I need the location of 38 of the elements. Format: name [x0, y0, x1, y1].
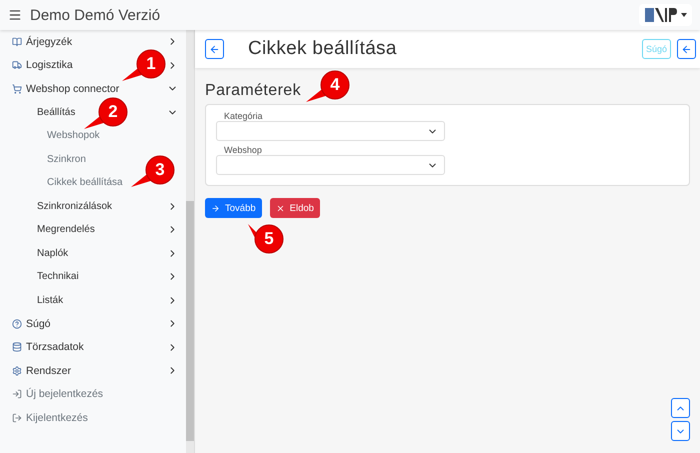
sidebar-item[interactable]: Törzsadatok: [26, 341, 84, 354]
arrow-left-icon: [681, 44, 692, 54]
section-title: Paraméterek: [205, 82, 301, 100]
next-button[interactable]: Tovább: [205, 198, 262, 218]
sidebar-item[interactable]: Szinkron: [47, 154, 86, 165]
arrow-left-icon: [209, 44, 220, 54]
sidebar-item[interactable]: Listák: [37, 294, 64, 306]
sidebar-item[interactable]: Rendszer: [26, 364, 71, 377]
scroll-down-button[interactable]: [671, 421, 690, 441]
caret-icon: [681, 13, 687, 17]
sidebar-item[interactable]: Naplók: [37, 248, 68, 259]
sidebar-item[interactable]: Kijelentkezés: [26, 412, 88, 424]
sidebar-item[interactable]: Technikai: [37, 271, 79, 282]
page-title: Cikkek beállítása: [248, 38, 398, 60]
field-label: Webshop: [224, 145, 263, 155]
sidebar-item[interactable]: Szinkronizálások: [37, 200, 112, 212]
back-button[interactable]: [677, 39, 696, 59]
sidebar-item[interactable]: Árjegyzék: [26, 36, 72, 48]
close-icon: [276, 204, 285, 212]
sidebar-item[interactable]: Logisztika: [26, 59, 73, 72]
select-field[interactable]: [216, 155, 445, 175]
discard-button[interactable]: Eldob: [270, 198, 320, 218]
arrow-right-icon: [211, 204, 220, 212]
scroll-up-button[interactable]: [671, 398, 690, 418]
sidebar-item[interactable]: Beállítás: [37, 106, 76, 118]
sidebar-item[interactable]: Súgó: [26, 318, 51, 330]
scrollbar-thumb[interactable]: [186, 201, 194, 441]
field-label: Kategória: [224, 111, 264, 121]
logo-menu[interactable]: [639, 4, 692, 26]
sidebar-item[interactable]: Webshopok: [47, 130, 100, 142]
back-button[interactable]: [205, 39, 224, 59]
sidebar-item[interactable]: Megrendelés: [37, 224, 95, 236]
sidebar-item[interactable]: Új bejelentkezés: [26, 388, 104, 400]
sidebar-item[interactable]: Webshop connector: [26, 82, 120, 95]
select-field[interactable]: [216, 121, 445, 141]
sidebar-item[interactable]: Cikkek beállítása: [47, 177, 123, 188]
app-title: Demo Demó Verzió: [30, 6, 162, 24]
logo-icon: [644, 6, 678, 24]
